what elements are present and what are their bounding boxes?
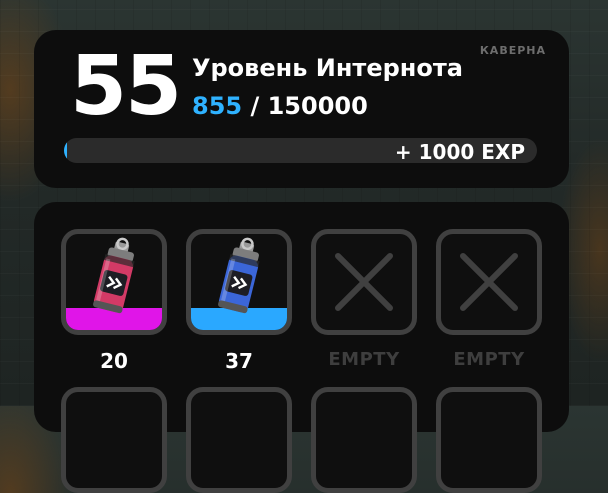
grenade-icon [93, 237, 135, 314]
location-tag: КАВЕРНА [479, 44, 546, 57]
grenade-icon [218, 237, 260, 314]
inventory-slot[interactable] [436, 229, 542, 335]
slot-count-label: 37 [225, 349, 253, 373]
exp-progress-text: 855 / 150000 [192, 94, 368, 118]
exp-current: 855 [192, 92, 243, 120]
exp-required: 150000 [267, 92, 368, 120]
slot-count-label: 20 [100, 349, 128, 373]
inventory-slot[interactable] [61, 229, 167, 335]
exp-reward: + 1000 EXP [394, 140, 525, 164]
cross-icon [460, 253, 518, 311]
inventory-slot[interactable] [186, 229, 292, 335]
inventory-slot[interactable] [311, 229, 417, 335]
inventory-slot[interactable] [186, 387, 292, 493]
inventory-slot[interactable] [61, 387, 167, 493]
level-number: 55 [70, 39, 182, 134]
level-panel: 55 Уровень Интернота КАВЕРНА 855 / 15000… [34, 30, 569, 188]
exp-separator: / [250, 92, 260, 120]
inventory-slot[interactable] [311, 387, 417, 493]
slot-count-label: EMPTY [328, 349, 400, 370]
inventory-slot[interactable] [436, 387, 542, 493]
inventory-panel: 20 37 EMPTY EMPTY [34, 202, 569, 493]
exp-progress-fill [64, 138, 67, 163]
cross-icon [335, 253, 393, 311]
slot-count-label: EMPTY [453, 349, 525, 370]
level-title: Уровень Интернота [192, 54, 463, 82]
